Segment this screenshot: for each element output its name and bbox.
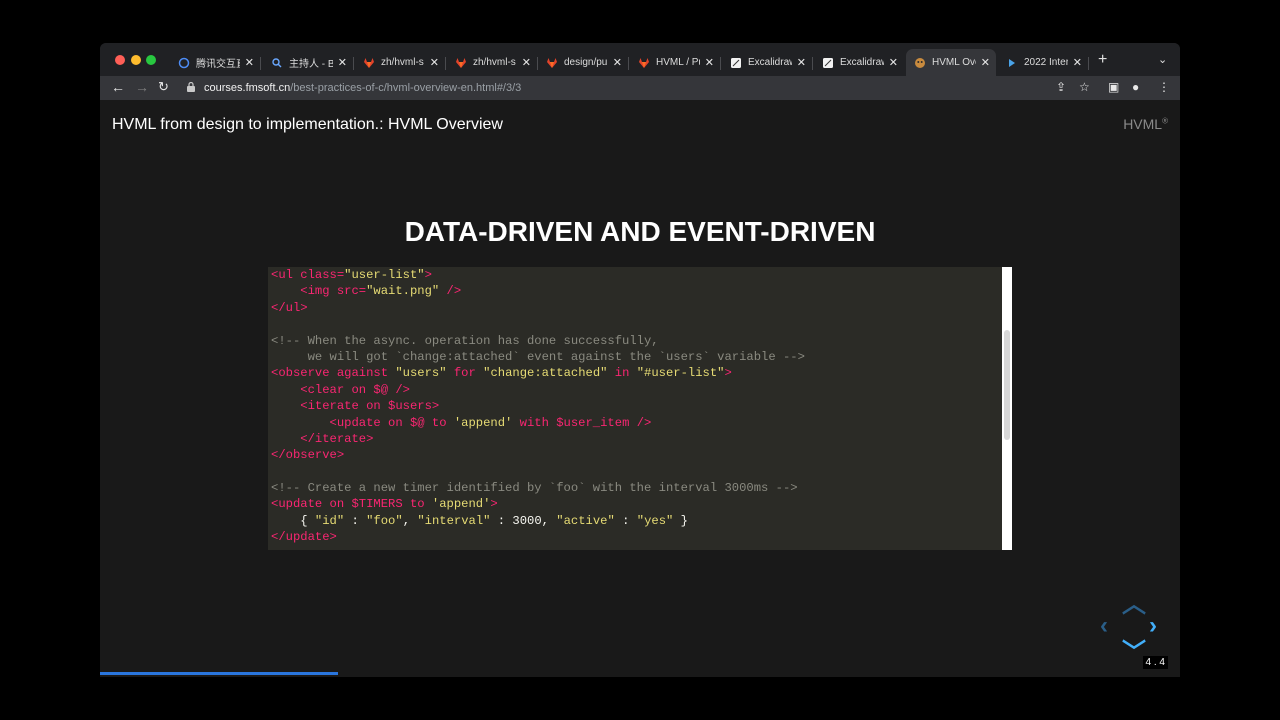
share-icon[interactable]: ⇪ [1056,80,1066,94]
tab-title: Excalidraw [840,57,884,68]
tab-separator [1088,57,1089,70]
side-panel-icon[interactable]: ▣ [1108,80,1119,94]
address-bar[interactable]: courses.fmsoft.cn/best-practices-of-c/hv… [180,77,1180,99]
gitlab-icon [638,57,650,69]
code-block[interactable]: <ul class="user-list"> <img src="wait.pn… [268,267,1012,550]
tab-close-icon[interactable]: ✕ [613,56,622,69]
slide-title: DATA-DRIVEN AND EVENT-DRIVEN [404,216,876,247]
tab-separator [720,57,721,70]
window-minimize-button[interactable] [131,55,141,65]
new-tab-button[interactable]: + [1098,51,1107,69]
tab-strip: 腾讯交互直播✕主持人 - Bi✕zh/hvml-s✕zh/hvml-s✕desi… [100,43,1180,76]
tab-title: zh/hvml-s [473,57,516,68]
tab-close-icon[interactable]: ✕ [338,56,347,69]
hvml-logo: HVML® [1123,116,1168,132]
browser-tab[interactable]: Excalidraw ✕ [814,49,904,76]
slide-number: 4 . 4 [1142,656,1168,669]
browser-tab[interactable]: design/pu ✕ [538,49,629,76]
progress-bar [100,672,338,675]
browser-tab[interactable]: HVML / Pu ✕ [630,49,721,76]
tab-close-icon[interactable]: ✕ [1073,56,1082,69]
browser-window: 腾讯交互直播✕主持人 - Bi✕zh/hvml-s✕zh/hvml-s✕desi… [100,43,1180,677]
right-arrow-icon[interactable]: › [1149,612,1157,640]
code-line: <!-- When the async. operation has done … [271,333,659,348]
tab-close-icon[interactable]: ✕ [889,56,898,69]
presentation-page: HVML from design to implementation.: HVM… [100,100,1180,677]
gitlab-icon [546,57,558,69]
forward-button[interactable]: → [135,79,149,95]
tab-separator [445,57,446,70]
search-icon [271,57,283,69]
excalidraw-icon [822,57,834,69]
presentation-header-title: HVML from design to implementation.: HVM… [112,116,503,133]
left-arrow-icon[interactable]: ‹ [1100,612,1108,640]
tab-close-icon[interactable]: ✕ [981,56,990,69]
lock-icon [187,81,195,95]
up-arrow-icon[interactable]: ︿ [1122,584,1146,619]
tab-close-icon[interactable]: ✕ [797,56,806,69]
code-line: <clear on $@ /> [271,382,410,397]
browser-toolbar: ← → ↻ courses.fmsoft.cn/best-practices-o… [100,76,1180,100]
browser-tab[interactable]: Excalidraw ✕ [722,49,813,76]
code-line: </update> [271,530,337,545]
code-line: <!-- Create a new timer identified by `f… [271,481,798,496]
tab-title: HVML / Pu [656,57,700,68]
browser-tab[interactable]: 主持人 - Bi ✕ [263,49,354,76]
bookmark-star-icon[interactable]: ☆ [1079,80,1090,94]
code-line: { "id" : "foo", "interval" : 3000, "acti… [271,513,688,528]
code-line: <ul class="user-list"> [271,268,432,282]
tab-title: zh/hvml-s [381,57,424,68]
browser-tab[interactable]: zh/hvml-s ✕ [447,49,538,76]
reload-button[interactable]: ↻ [158,79,169,95]
hvml-icon [914,57,926,69]
code-line: <update on $TIMERS to 'append'> [271,497,498,512]
browser-tab[interactable]: zh/hvml-s ✕ [355,49,446,76]
excalidraw-icon [730,57,742,69]
code-line: <observe against "users" for "change:att… [271,366,732,381]
code-line: <img src="wait.png" /> [271,284,462,299]
gitlab-icon [455,57,467,69]
browser-tab[interactable]: 2022 Inter ✕ [998,49,1089,76]
tab-separator [812,57,813,70]
profile-icon[interactable]: ● [1132,80,1139,94]
tab-separator [260,57,261,70]
menu-icon[interactable]: ⋮ [1158,80,1170,94]
url-host: courses.fmsoft.cn [204,82,291,94]
code-line: <iterate on $users> [271,399,440,414]
arrow-icon [1006,57,1018,69]
tab-title: design/pu [564,57,608,68]
tab-close-icon[interactable]: ✕ [522,56,531,69]
tencent-icon [178,57,190,69]
code-line: we will got `change:attached` event agai… [271,349,805,364]
code-line: </observe> [271,448,345,463]
tab-close-icon[interactable]: ✕ [245,56,254,69]
back-button[interactable]: ← [111,79,125,95]
tab-close-icon[interactable]: ✕ [705,56,714,69]
tab-close-icon[interactable]: ✕ [430,56,439,69]
brand-text: HVML [1123,116,1163,132]
tab-title: 主持人 - Bi [289,59,333,70]
code-scrollbar[interactable] [1004,330,1010,440]
tab-title: 腾讯交互直播 [196,59,240,70]
tab-separator [628,57,629,70]
code-line: </ul> [271,300,308,315]
window-close-button[interactable] [115,55,125,65]
code-line: <update on $@ to 'append' with $user_ite… [271,415,652,430]
tab-title: HVML Ove [932,57,976,68]
browser-tab[interactable]: HVML Ove ✕ [906,49,996,76]
tab-title: 2022 Inter [1024,57,1068,68]
brand-mark: ® [1162,116,1168,126]
gitlab-icon [363,57,375,69]
url-path: /best-practices-of-c/hvml-overview-en.ht… [290,82,522,94]
code-line: </iterate> [271,431,374,446]
tab-separator [353,57,354,70]
tab-search-icon[interactable]: ⌄ [1158,53,1167,66]
tab-title: Excalidraw [748,57,792,68]
window-maximize-button[interactable] [146,55,156,65]
code-content: <ul class="user-list"> <img src="wait.pn… [271,267,805,546]
browser-tab[interactable]: 腾讯交互直播 ✕ [170,49,261,76]
